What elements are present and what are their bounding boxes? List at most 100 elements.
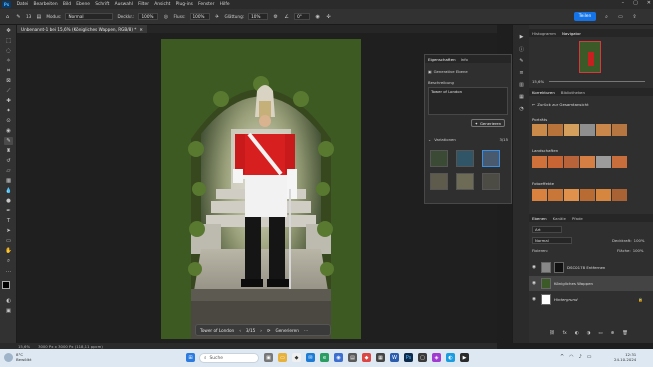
preset-thumb[interactable] (564, 156, 579, 168)
eye-icon[interactable]: ◉ (532, 265, 538, 270)
mail-icon[interactable]: ✉ (306, 353, 315, 362)
app-icon[interactable]: ◐ (446, 353, 455, 362)
tab-channels[interactable]: Kanäle (553, 216, 566, 221)
new-layer-icon[interactable]: ⊕ (611, 331, 615, 336)
variation-thumb-2[interactable] (456, 150, 474, 167)
layer-row-selected[interactable]: ◉ Königliches Wappen (529, 276, 653, 291)
close-icon[interactable]: ✕ (647, 0, 651, 6)
tab-adjustments[interactable]: Korrekturen (532, 90, 555, 95)
battery-icon[interactable]: ▭ (587, 354, 592, 360)
menu-bearbeiten[interactable]: Bearbeiten (31, 2, 60, 7)
preset-thumb[interactable] (580, 124, 595, 136)
tab-properties[interactable]: Eigenschaften (428, 57, 456, 62)
history-brush-tool-icon[interactable]: ↺ (4, 157, 13, 165)
more-options-icon[interactable]: ⋯ (304, 328, 308, 333)
layer-row[interactable]: ◉ Hintergrund 🔒 (529, 292, 653, 307)
tab-paths[interactable]: Pfade (572, 216, 583, 221)
quick-mask-icon[interactable]: ◐ (4, 297, 13, 305)
weather-widget[interactable]: 8°C Bewölkt (4, 352, 32, 362)
smoothing-field[interactable]: 10% (248, 13, 269, 20)
play-icon[interactable]: ▶ (517, 33, 526, 41)
menu-hilfe[interactable]: Hilfe (217, 2, 232, 7)
preset-thumb[interactable] (596, 189, 611, 201)
tab-libraries[interactable]: Bibliotheken (561, 90, 585, 95)
fx-icon[interactable]: fx (563, 331, 567, 336)
home-icon[interactable]: ⌂ (4, 13, 11, 20)
zoom-tool-icon[interactable]: ⌕ (4, 257, 13, 265)
edge-icon[interactable]: e (320, 353, 329, 362)
windows-start-icon[interactable]: ⊞ (186, 353, 195, 362)
layer-filter-kind[interactable]: Art (532, 226, 562, 233)
hand-tool-icon[interactable]: ✋ (4, 247, 13, 255)
preset-thumb[interactable] (612, 124, 627, 136)
menu-ebene[interactable]: Ebene (74, 2, 93, 7)
next-variant-icon[interactable]: › (260, 328, 262, 333)
preset-thumb[interactable] (612, 189, 627, 201)
preset-thumb[interactable] (548, 189, 563, 201)
preset-thumb[interactable] (532, 189, 547, 201)
tab-navigator[interactable]: Navigator (562, 31, 581, 36)
patch-tool-icon[interactable]: ⊙ (4, 117, 13, 125)
lock-icon[interactable]: 🔒 (638, 297, 643, 302)
brush-tool-icon[interactable]: ✎ (4, 137, 13, 145)
opacity-field[interactable]: 100% (138, 13, 159, 20)
symmetry-icon[interactable]: ✣ (325, 13, 332, 20)
angle-field[interactable]: 0° (294, 13, 311, 20)
tab-histogram[interactable]: Histogramm (532, 31, 556, 36)
eyedropper-tool-icon[interactable]: ⟋ (4, 87, 13, 95)
maximize-icon[interactable]: ▢ (633, 0, 638, 6)
store-icon[interactable]: ◆ (292, 353, 301, 362)
frame-tool-icon[interactable]: ⊠ (4, 77, 13, 85)
workspace-icon[interactable]: ▭ (617, 13, 624, 20)
app-icon[interactable]: ▢ (418, 353, 427, 362)
zoom-readout[interactable]: 15,6% (18, 344, 30, 349)
back-to-overview[interactable]: ← Zurück zur Gesamtansicht (532, 102, 589, 107)
clock[interactable]: 12:31 24.10.2024 (614, 352, 636, 362)
taskbar-search[interactable]: ⌕ Suche (199, 353, 259, 363)
rectangle-tool-icon[interactable]: ▭ (4, 237, 13, 245)
app-icon[interactable]: ▤ (348, 353, 357, 362)
screen-mode-icon[interactable]: ▣ (4, 307, 13, 315)
file-explorer-icon[interactable]: ▭ (278, 353, 287, 362)
app-icon[interactable]: W (390, 353, 399, 362)
healing-tool-icon[interactable]: ✚ (4, 97, 13, 105)
clone-stamp-tool-icon[interactable]: ♜ (4, 147, 13, 155)
chrome-icon[interactable]: ◉ (334, 353, 343, 362)
crop-tool-icon[interactable]: ⌗ (4, 67, 13, 75)
flow-field[interactable]: 100% (189, 13, 210, 20)
app-icon[interactable]: ◆ (362, 353, 371, 362)
prompt-text[interactable]: Tower of London (200, 328, 234, 333)
volume-icon[interactable]: ♪ (579, 354, 582, 360)
variation-thumb-6[interactable] (482, 173, 500, 190)
menu-datei[interactable]: Datei (14, 2, 31, 7)
path-select-tool-icon[interactable]: ➤ (4, 227, 13, 235)
navigator-zoom-slider[interactable] (549, 81, 645, 82)
preset-thumb[interactable] (596, 156, 611, 168)
variation-thumb-4[interactable] (430, 173, 448, 190)
properties-generate-button[interactable]: ✦ Generieren (471, 119, 505, 127)
variation-thumb-3[interactable] (482, 150, 500, 167)
pen-tool-icon[interactable]: ✒ (4, 207, 13, 215)
generate-button[interactable]: Generieren (275, 328, 298, 333)
delete-icon[interactable]: 🗑 (622, 331, 628, 336)
variation-thumb-1[interactable] (430, 150, 448, 167)
preset-thumb[interactable] (612, 156, 627, 168)
section-photo-effects[interactable]: Fotoeffekte (532, 181, 554, 186)
mode-select[interactable]: Normal (65, 13, 114, 20)
prev-variant-icon[interactable]: ‹ (239, 328, 241, 333)
menu-plugins[interactable]: Plug-ins (173, 2, 196, 7)
preset-thumb[interactable] (596, 124, 611, 136)
blur-tool-icon[interactable]: 💧 (4, 187, 13, 195)
preset-thumb[interactable] (532, 156, 547, 168)
layer-opacity-value[interactable]: 100% (634, 238, 645, 243)
preset-thumb[interactable] (580, 189, 595, 201)
tab-layers[interactable]: Ebenen (532, 216, 547, 221)
share-button[interactable]: Teilen (574, 12, 596, 21)
menu-schrift[interactable]: Schrift (93, 2, 112, 7)
chevron-down-icon[interactable]: ⌄ (428, 137, 431, 142)
pressure-size-icon[interactable]: ◉ (314, 13, 321, 20)
layer-row[interactable]: ◉ DSC0178 Entfernen (529, 260, 653, 275)
more-tools-icon[interactable]: … (4, 267, 13, 275)
layer-fill-value[interactable]: 100% (633, 248, 644, 253)
section-portraits[interactable]: Porträts (532, 117, 547, 122)
